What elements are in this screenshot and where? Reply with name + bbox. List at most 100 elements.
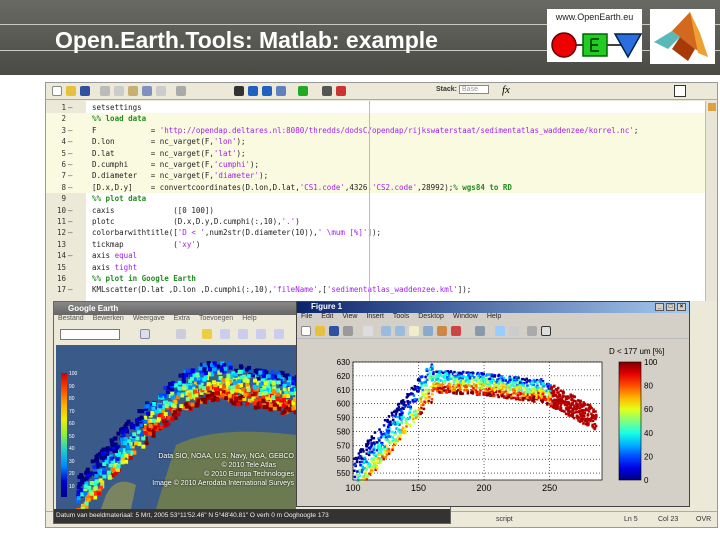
code-line[interactable]: 3— F = 'http://opendap.deltares.nl:8080/t… xyxy=(46,124,706,137)
add-path-icon[interactable] xyxy=(238,329,248,339)
code-line[interactable]: 8— [D.x,D.y] = convertcoordinates(D.lon,D… xyxy=(46,181,706,194)
scroll-thumb[interactable] xyxy=(708,103,716,111)
print-icon[interactable] xyxy=(176,86,186,96)
overlay-cell xyxy=(258,392,263,397)
line-marker[interactable]: — xyxy=(68,102,73,113)
menu-item[interactable]: Tools xyxy=(393,313,409,320)
save-icon[interactable] xyxy=(329,326,339,336)
find-icon[interactable] xyxy=(234,86,244,96)
menu-item[interactable]: Toevoegen xyxy=(199,315,233,322)
code-token: ) xyxy=(295,217,300,226)
code-line[interactable]: 2 %% load data xyxy=(46,113,706,125)
line-marker[interactable]: — xyxy=(68,250,73,261)
code-line[interactable]: 7— D.diameter = nc_varget(F,'diameter'); xyxy=(46,170,706,182)
menu-item[interactable]: Extra xyxy=(174,315,190,322)
line-marker[interactable]: — xyxy=(68,159,73,170)
copy-icon[interactable] xyxy=(114,86,124,96)
search-dropdown[interactable] xyxy=(60,329,120,340)
vertical-scrollbar[interactable] xyxy=(705,101,717,301)
edit-plot-icon[interactable] xyxy=(363,326,373,336)
menu-item[interactable]: File xyxy=(301,313,312,320)
code-line[interactable]: 14— axis equal xyxy=(46,250,706,261)
minimize-button[interactable]: _ xyxy=(655,303,664,311)
add-placemark-icon[interactable] xyxy=(202,329,212,339)
data-point xyxy=(549,397,552,401)
code-area[interactable]: 1— setsettings 2%% load data 3— F = 'http://… xyxy=(46,101,706,301)
code-line[interactable]: 15 axis tight xyxy=(46,262,706,273)
colorbar-icon[interactable] xyxy=(495,326,505,336)
line-marker[interactable]: — xyxy=(68,182,73,193)
line-marker[interactable]: — xyxy=(68,227,73,238)
fx-icon[interactable]: fx xyxy=(502,84,510,96)
clear-breakpoints-icon[interactable] xyxy=(336,86,346,96)
menu-item[interactable]: Bestand xyxy=(58,315,84,322)
cut-icon[interactable] xyxy=(100,86,110,96)
new-file-icon[interactable] xyxy=(52,86,62,96)
line-marker[interactable]: — xyxy=(68,284,73,295)
zoom-in-icon[interactable] xyxy=(381,326,391,336)
menu-item[interactable]: View xyxy=(342,313,357,320)
open-icon[interactable] xyxy=(315,326,325,336)
maximize-button[interactable]: □ xyxy=(666,303,675,311)
close-button[interactable]: × xyxy=(677,303,686,311)
line-marker[interactable]: — xyxy=(68,170,73,181)
sidebar-icon[interactable] xyxy=(176,329,186,339)
data-cursor-icon[interactable] xyxy=(437,326,447,336)
redo-icon[interactable] xyxy=(156,86,166,96)
zoom-out-icon[interactable] xyxy=(395,326,405,336)
print-icon[interactable] xyxy=(343,326,353,336)
code-line[interactable]: 1— setsettings xyxy=(46,102,706,113)
line-marker[interactable]: — xyxy=(68,205,73,216)
add-polygon-icon[interactable] xyxy=(220,329,230,339)
line-marker[interactable]: — xyxy=(68,136,73,147)
show-tools-icon[interactable] xyxy=(541,326,551,336)
menu-item[interactable]: Help xyxy=(242,315,256,322)
overlay-cell xyxy=(253,405,258,410)
line-marker[interactable]: — xyxy=(68,125,73,136)
forward-icon[interactable] xyxy=(262,86,272,96)
paste-icon[interactable] xyxy=(128,86,138,96)
code-line[interactable]: 10— caxis ([0 100]) xyxy=(46,205,706,216)
run-icon[interactable] xyxy=(298,86,308,96)
code-line[interactable]: 17— KMLscatter(D.lat ,D.lon ,D.cumphi(:,1… xyxy=(46,284,706,295)
dock-icon[interactable] xyxy=(674,85,686,97)
breakpoint-icon[interactable] xyxy=(322,86,332,96)
code-line[interactable]: 4— D.lon = nc_varget(F,'lon'); xyxy=(46,136,706,148)
stack-selector[interactable]: Stack: Base xyxy=(436,85,490,94)
save-icon[interactable] xyxy=(80,86,90,96)
code-line[interactable]: 13 tickmap ('xy') xyxy=(46,239,706,250)
legend-icon[interactable] xyxy=(509,326,519,336)
menu-item[interactable]: Insert xyxy=(366,313,384,320)
pan-icon[interactable] xyxy=(409,326,419,336)
function-browser-icon[interactable] xyxy=(276,86,286,96)
menu-item[interactable]: Help xyxy=(487,313,501,320)
code-line[interactable]: 11— plotc (D.x,D.y,D.cumphi(:,10),'.') xyxy=(46,216,706,227)
line-marker[interactable]: — xyxy=(68,216,73,227)
open-icon[interactable] xyxy=(66,86,76,96)
link-icon[interactable] xyxy=(475,326,485,336)
back-icon[interactable] xyxy=(248,86,258,96)
new-figure-icon[interactable] xyxy=(301,326,311,336)
hide-tools-icon[interactable] xyxy=(527,326,537,336)
code-line[interactable]: 5— D.lat = nc_varget(F,'lat'); xyxy=(46,147,706,159)
figure-plot[interactable]: 100 150 200 250 630 620 610 600 590 580 570 560 550 0… xyxy=(297,340,689,506)
code-line[interactable]: 12— colorbarwithtitle(['D < ',num2str(D.d… xyxy=(46,227,706,238)
menu-item[interactable]: Desktop xyxy=(418,313,444,320)
menu-item[interactable]: Bewerken xyxy=(93,315,124,322)
menu-item[interactable]: Weergave xyxy=(133,315,165,322)
code-line[interactable]: 16 %% plot in Google Earth xyxy=(46,273,706,284)
overlay-cell xyxy=(141,436,146,441)
google-earth-map[interactable]: 100 90 80 70 60 50 40 30 20 10 Data SIO, NOAA, U.… xyxy=(56,345,296,509)
line-marker[interactable]: — xyxy=(68,148,73,159)
menu-item[interactable]: Window xyxy=(453,313,478,320)
menu-item[interactable]: Edit xyxy=(321,313,333,320)
record-tour-icon[interactable] xyxy=(274,329,284,339)
code-line[interactable]: 9 %% plot data xyxy=(46,193,706,204)
brush-icon[interactable] xyxy=(451,326,461,336)
code-line[interactable]: 6— D.cumphi = nc_varget(F,'cumphi'); xyxy=(46,159,706,171)
rotate-icon[interactable] xyxy=(423,326,433,336)
search-icon[interactable] xyxy=(140,329,150,339)
undo-icon[interactable] xyxy=(142,86,152,96)
data-point xyxy=(444,389,448,392)
add-overlay-icon[interactable] xyxy=(256,329,266,339)
